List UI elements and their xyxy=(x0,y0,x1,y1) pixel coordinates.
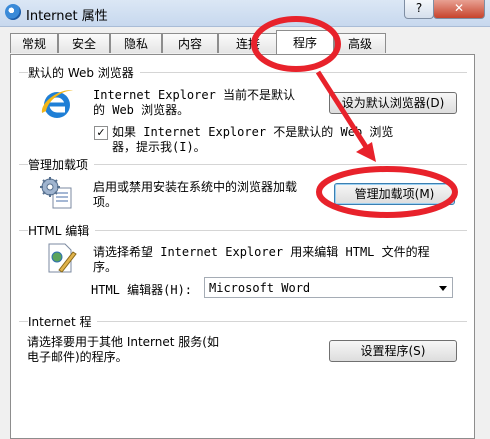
tab-content[interactable]: 内容 xyxy=(162,33,218,53)
html-editing-description-line2: 序。 xyxy=(93,260,118,274)
default-browser-status-line1: Internet Explorer 当前不是默认 xyxy=(93,88,296,102)
internet-programs-section-title: Internet 程 xyxy=(28,313,98,330)
tab-strip: 常规 安全 隐私 内容 连接 程序 高级 xyxy=(10,30,480,55)
internet-options-icon xyxy=(5,4,21,20)
prompt-default-label-line1: 如果 Internet Explorer 不是默认的 Web 浏览 xyxy=(112,125,394,139)
prompt-default-label-line2: 器，提示我(I)。 xyxy=(112,140,206,154)
checkmark-icon: ✓ xyxy=(96,126,106,139)
internet-explorer-icon xyxy=(41,90,73,118)
tab-programs[interactable]: 程序 xyxy=(276,30,334,54)
dropdown-arrow-icon xyxy=(439,286,447,291)
tab-advanced[interactable]: 高级 xyxy=(334,33,386,53)
manage-addons-button[interactable]: 管理加载项(M) xyxy=(334,183,455,205)
html-editor-selected-value: Microsoft Word xyxy=(209,281,311,295)
prompt-default-checkbox[interactable]: ✓ xyxy=(94,126,108,140)
programs-panel: 默认的 Web 浏览器 Internet Explorer 当前不是默认 的 W… xyxy=(10,54,475,439)
addons-gear-icon xyxy=(40,177,72,209)
close-button[interactable]: ✕ xyxy=(433,0,485,19)
html-editing-description-line1: 请选择希望 Internet Explorer 用来编辑 HTML 文件的程 xyxy=(93,245,430,259)
html-editor-document-icon xyxy=(48,243,77,273)
title-bar: Internet 属性 ? ✕ xyxy=(0,0,490,27)
tab-connections[interactable]: 连接 xyxy=(218,33,278,53)
window-title: Internet 属性 xyxy=(26,9,108,24)
default-browser-section-title: 默认的 Web 浏览器 xyxy=(28,64,140,81)
default-browser-status-line2: 的 Web 浏览器。 xyxy=(93,103,190,117)
addons-description-line2: 项。 xyxy=(93,195,118,209)
tab-general[interactable]: 常规 xyxy=(10,33,58,53)
set-programs-button[interactable]: 设置程序(S) xyxy=(329,340,457,362)
html-editor-field-label: HTML 编辑器(H): xyxy=(91,283,193,297)
addons-section-title: 管理加载项 xyxy=(28,156,95,173)
tab-security[interactable]: 安全 xyxy=(58,33,110,53)
internet-programs-description-line1: 请选择要用于其他 Internet 服务(如 xyxy=(27,335,219,349)
html-editor-select[interactable]: Microsoft Word xyxy=(204,277,453,298)
tab-privacy[interactable]: 隐私 xyxy=(110,33,162,53)
help-button[interactable]: ? xyxy=(404,0,434,19)
internet-programs-description-line2: 电子邮件)的程序。 xyxy=(27,350,128,364)
set-default-browser-button[interactable]: 设为默认浏览器(D) xyxy=(329,92,457,114)
addons-description-line1: 启用或禁用安装在系统中的浏览器加载 xyxy=(93,180,298,194)
html-editing-section-title: HTML 编辑 xyxy=(28,222,96,239)
